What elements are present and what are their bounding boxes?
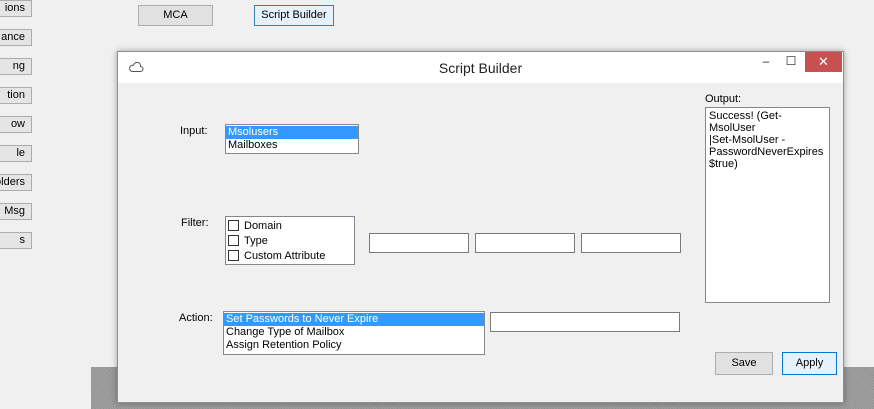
checkbox-icon[interactable] (228, 220, 239, 231)
sidebar-button-4[interactable]: tion (0, 87, 32, 104)
filter-checklist[interactable]: Domain Type Custom Attribute (225, 216, 355, 265)
script-builder-window: Script Builder – ☐ ✕ Input: Msolusers Ma… (117, 51, 844, 403)
sidebar-button-8[interactable]: Msg (0, 203, 32, 220)
filter-field-1[interactable] (369, 233, 469, 253)
filter-option-type[interactable]: Type (226, 233, 354, 248)
input-option-msolusers[interactable]: Msolusers (226, 126, 358, 139)
sidebar-button-7[interactable]: olders (0, 174, 32, 191)
filter-field-3[interactable] (581, 233, 681, 253)
action-option-retention-policy[interactable]: Assign Retention Policy (224, 339, 484, 352)
output-label: Output: (705, 93, 742, 105)
sidebar-button-6[interactable]: le (0, 145, 32, 162)
close-button[interactable]: ✕ (805, 52, 842, 72)
filter-option-label: Domain (244, 219, 282, 232)
script-builder-button[interactable]: Script Builder (254, 5, 334, 26)
sidebar-button-2[interactable]: ance (0, 29, 32, 46)
output-line: PasswordNeverExpires (709, 146, 824, 158)
parent-sidebar: ions ance ng tion ow le olders Msg s (0, 0, 91, 409)
save-button[interactable]: Save (715, 352, 773, 375)
output-textbox[interactable]: Success! (Get-MsolUser |Set-MsolUser - P… (705, 107, 830, 303)
action-listbox[interactable]: Set Passwords to Never Expire Change Typ… (223, 311, 485, 355)
checkbox-icon[interactable] (228, 235, 239, 246)
title-bar[interactable]: Script Builder – ☐ ✕ (118, 52, 843, 83)
apply-button[interactable]: Apply (782, 352, 837, 375)
action-option-change-type[interactable]: Change Type of Mailbox (224, 326, 484, 339)
filter-option-label: Custom Attribute (244, 249, 326, 262)
filter-label: Filter: (181, 217, 209, 229)
action-field[interactable] (490, 312, 680, 332)
filter-option-label: Type (244, 234, 268, 247)
sidebar-button-5[interactable]: ow (0, 116, 32, 133)
filter-option-custom-attribute[interactable]: Custom Attribute (226, 248, 354, 263)
checkbox-icon[interactable] (228, 250, 239, 261)
output-line: $true) (709, 158, 738, 170)
mca-button[interactable]: MCA (138, 5, 213, 26)
maximize-button[interactable]: ☐ (778, 52, 804, 72)
sidebar-button-1[interactable]: ions (0, 0, 32, 17)
input-option-mailboxes[interactable]: Mailboxes (226, 139, 358, 152)
action-label: Action: (179, 312, 213, 324)
dialog-client-area: Input: Msolusers Mailboxes Filter: Domai… (126, 83, 837, 396)
sidebar-button-3[interactable]: ng (0, 58, 32, 75)
window-title: Script Builder (438, 60, 523, 76)
output-line: |Set-MsolUser - (709, 134, 786, 146)
filter-field-2[interactable] (475, 233, 575, 253)
output-line: Success! (Get-MsolUser (709, 110, 782, 134)
input-label: Input: (180, 125, 208, 137)
minimize-button[interactable]: – (753, 52, 779, 72)
action-option-never-expire[interactable]: Set Passwords to Never Expire (224, 313, 484, 326)
input-listbox[interactable]: Msolusers Mailboxes (225, 124, 359, 154)
filter-option-domain[interactable]: Domain (226, 218, 354, 233)
sidebar-button-9[interactable]: s (0, 232, 32, 249)
